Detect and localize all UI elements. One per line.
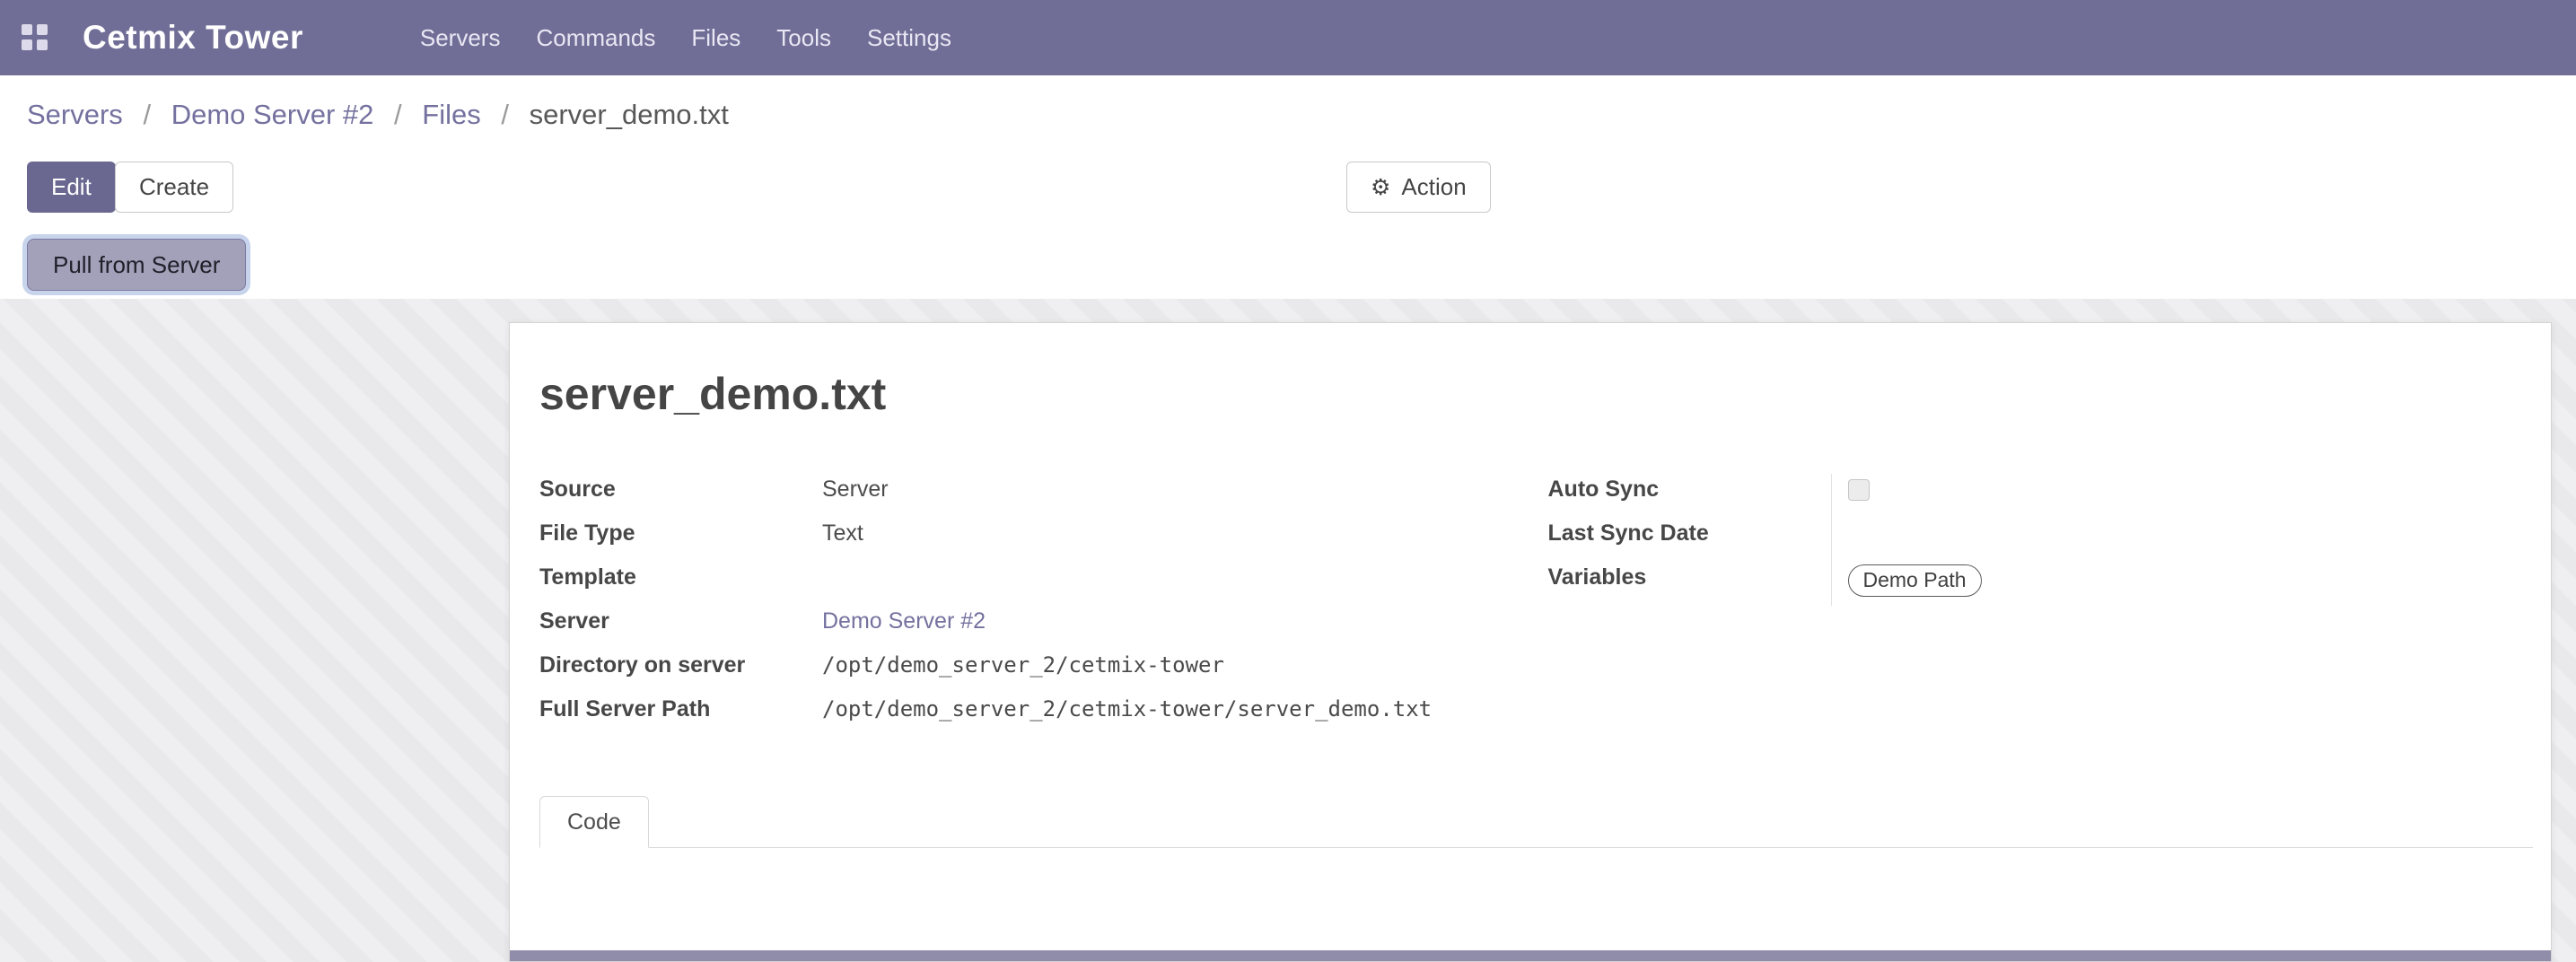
auto-sync-checkbox[interactable] (1848, 479, 1870, 501)
field-value-directory: /opt/demo_server_2/cetmix-tower (822, 650, 1507, 694)
field-value-source: Server (822, 474, 1507, 518)
menu-item-files[interactable]: Files (673, 0, 758, 75)
breadcrumb-separator: / (394, 99, 402, 130)
top-menu: Servers Commands Files Tools Settings (402, 0, 969, 75)
breadcrumb-files[interactable]: Files (422, 99, 480, 130)
field-label-file-type: File Type (539, 518, 822, 562)
page-title: server_demo.txt (539, 368, 886, 420)
apps-grid-square (22, 24, 32, 35)
breadcrumb-current: server_demo.txt (530, 99, 729, 130)
control-panel: Servers / Demo Server #2 / Files / serve… (0, 75, 2576, 299)
field-label-auto-sync: Auto Sync (1548, 474, 1831, 518)
form-sheet: server_demo.txt Source Server File Type … (509, 322, 2552, 962)
pull-from-server-button[interactable]: Pull from Server (27, 239, 246, 291)
variable-tag-demo-path[interactable]: Demo Path (1848, 564, 1982, 597)
notebook-tabs: Code (539, 796, 2533, 848)
field-label-full-path: Full Server Path (539, 694, 822, 738)
gear-icon: ⚙ (1371, 174, 1390, 201)
field-value-full-path: /opt/demo_server_2/cetmix-tower/server_d… (822, 694, 1507, 738)
top-navbar: Cetmix Tower Servers Commands Files Tool… (0, 0, 2576, 75)
breadcrumb-demo-server[interactable]: Demo Server #2 (171, 99, 374, 130)
breadcrumb-separator: / (143, 99, 151, 130)
breadcrumb: Servers / Demo Server #2 / Files / serve… (27, 99, 729, 131)
tab-code[interactable]: Code (539, 796, 649, 848)
field-label-source: Source (539, 474, 822, 518)
menu-item-servers[interactable]: Servers (402, 0, 519, 75)
field-label-last-sync-date: Last Sync Date (1548, 518, 1831, 562)
field-value-auto-sync (1831, 474, 2516, 518)
breadcrumb-separator: / (501, 99, 509, 130)
menu-item-tools[interactable]: Tools (758, 0, 849, 75)
code-editor-top-strip (510, 950, 2551, 961)
server-link[interactable]: Demo Server #2 (822, 608, 986, 634)
field-value-file-type: Text (822, 518, 1507, 562)
field-label-server: Server (539, 606, 822, 650)
field-group-right: Auto Sync Last Sync Date Variables Demo … (1548, 474, 2516, 738)
code-tab-content (511, 849, 2550, 950)
main-content: server_demo.txt Source Server File Type … (0, 299, 2576, 962)
action-menu-button[interactable]: ⚙ Action (1346, 162, 1491, 213)
breadcrumb-servers[interactable]: Servers (27, 99, 123, 130)
field-label-template: Template (539, 562, 822, 606)
app-brand[interactable]: Cetmix Tower (83, 19, 303, 57)
apps-grid-square (22, 39, 32, 50)
field-groups: Source Server File Type Text Template Se… (539, 474, 2515, 738)
edit-button[interactable]: Edit (27, 162, 116, 213)
field-value-server: Demo Server #2 (822, 606, 1507, 650)
field-label-variables: Variables (1548, 562, 1831, 606)
field-label-directory: Directory on server (539, 650, 822, 694)
field-value-template (822, 562, 1507, 606)
create-button[interactable]: Create (115, 162, 233, 213)
apps-menu-icon[interactable] (22, 24, 48, 51)
menu-item-commands[interactable]: Commands (518, 0, 673, 75)
action-label: Action (1401, 173, 1466, 201)
menu-item-settings[interactable]: Settings (849, 0, 969, 75)
apps-grid-square (37, 24, 48, 35)
field-group-left: Source Server File Type Text Template Se… (539, 474, 1507, 738)
field-value-variables: Demo Path (1831, 562, 2516, 606)
apps-grid-square (37, 39, 48, 50)
field-value-last-sync-date (1831, 518, 2516, 562)
